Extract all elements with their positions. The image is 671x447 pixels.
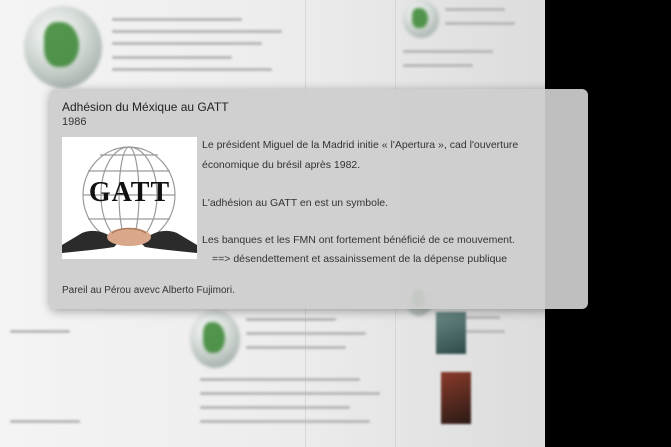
blurred-text [112, 30, 282, 33]
blurred-text [246, 332, 366, 335]
blurred-text [403, 50, 493, 53]
popup-paragraph: ==> désendettement et assainissement de … [212, 253, 508, 265]
globe-icon [190, 310, 240, 368]
blurred-text [246, 318, 336, 321]
blurred-text [10, 330, 70, 333]
blurred-text [200, 406, 350, 409]
blurred-text [200, 378, 360, 381]
popup-paragraph: Le président Miguel de la Madrid initie … [202, 139, 519, 171]
globe-icon [24, 6, 102, 88]
gatt-logo-text: GATT [88, 177, 171, 208]
blurred-text [445, 8, 505, 11]
popup-year: 1986 [62, 116, 87, 128]
gatt-logo-icon: GATT [62, 137, 197, 259]
thumbnail-image [436, 312, 466, 354]
blurred-text [112, 56, 232, 59]
blurred-text [246, 346, 346, 349]
blurred-text [112, 68, 272, 71]
blurred-text [445, 22, 515, 25]
globe-icon [403, 0, 439, 38]
popup-title: Adhésion du Méxique au GATT [62, 100, 229, 114]
blurred-text [200, 420, 370, 423]
blurred-text [112, 42, 262, 45]
blurred-text [10, 420, 80, 423]
popup-card: Adhésion du Méxique au GATT 1986 GATT Le… [50, 89, 588, 309]
popup-paragraph: Les banques et les FMN ont fortement bén… [202, 234, 515, 246]
blurred-text [403, 64, 473, 67]
popup-footer: Pareil au Pérou avevc Alberto Fujimori. [62, 285, 235, 296]
thumbnail-image [441, 372, 471, 424]
popup-paragraph: L'adhésion au GATT en est un symbole. [202, 197, 389, 209]
blurred-text [112, 18, 242, 21]
blurred-text [200, 392, 380, 395]
